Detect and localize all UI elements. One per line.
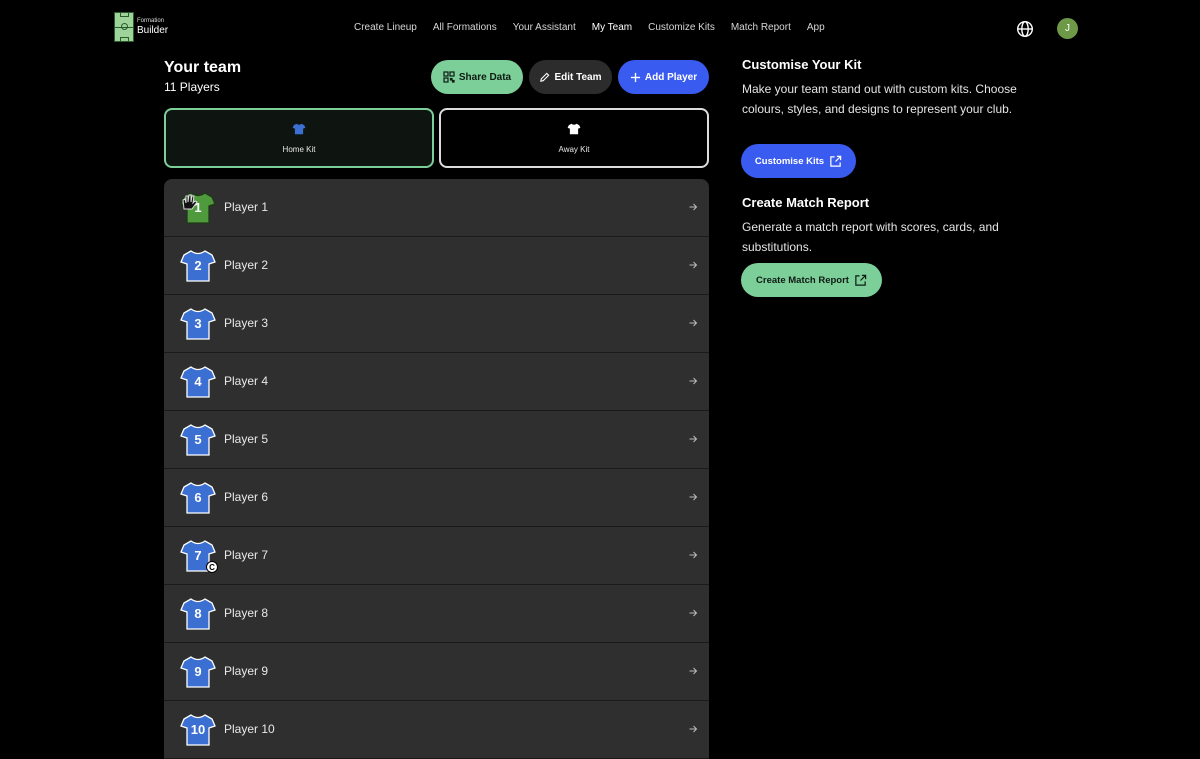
nav-app[interactable]: App — [807, 22, 825, 33]
home-kit-tab[interactable]: Home Kit — [164, 108, 434, 168]
player-row-6[interactable]: 6 Player 6 — [164, 469, 709, 527]
edit-team-label: Edit Team — [554, 71, 602, 83]
globe-icon[interactable] — [1016, 20, 1034, 38]
nav-your-assistant[interactable]: Your Assistant — [513, 22, 576, 33]
player-name: Player 4 — [224, 374, 269, 388]
nav-create-lineup[interactable]: Create Lineup — [354, 22, 417, 33]
shirt-icon: 1 — [180, 191, 216, 225]
report-title: Create Match Report — [742, 195, 870, 210]
away-kit-tab[interactable]: Away Kit — [439, 108, 709, 168]
captain-badge: C — [206, 561, 218, 573]
player-row-1[interactable]: 1 Player 1 — [164, 179, 709, 237]
shirt-icon: 7 C — [180, 539, 218, 573]
shirt-icon: 6 — [180, 481, 216, 515]
arrow-right-icon — [689, 609, 698, 617]
plus-icon — [630, 72, 640, 82]
nav-all-formations[interactable]: All Formations — [433, 22, 497, 33]
shirt-icon: 5 — [180, 423, 216, 457]
add-player-label: Add Player — [644, 71, 698, 83]
shirt-number: 4 — [194, 374, 202, 389]
customise-title: Customise Your Kit — [742, 57, 862, 72]
shirt-number: 3 — [194, 316, 202, 331]
share-data-button[interactable]: Share Data — [431, 60, 523, 94]
arrow-right-icon — [689, 203, 698, 211]
top-navigation: Formation Builder Create Lineup All Form… — [0, 0, 1200, 56]
player-row-8[interactable]: 8 Player 8 — [164, 585, 709, 643]
player-list: 1 Player 1 2 Player 2 3 Player 3 4 Playe… — [164, 179, 709, 759]
arrow-right-icon — [689, 667, 698, 675]
shirt-number: 5 — [194, 432, 202, 447]
shirt-icon: 3 — [180, 307, 216, 341]
external-link-icon — [830, 155, 842, 167]
nav-links: Create Lineup All Formations Your Assist… — [354, 22, 841, 33]
nav-customize-kits[interactable]: Customize Kits — [648, 22, 715, 33]
goalkeeper-gloves-icon — [182, 194, 198, 210]
arrow-right-icon — [689, 377, 698, 385]
player-name: Player 5 — [224, 432, 269, 446]
pencil-icon — [540, 72, 550, 82]
shirt-number: 9 — [194, 664, 202, 679]
player-row-3[interactable]: 3 Player 3 — [164, 295, 709, 353]
shirt-number: 6 — [194, 490, 202, 505]
shirt-icon: 10 — [180, 713, 216, 747]
share-data-label: Share Data — [458, 71, 512, 83]
player-name: Player 6 — [224, 490, 269, 504]
customise-kits-button[interactable]: Customise Kits — [741, 144, 856, 178]
away-shirt-icon — [567, 123, 581, 134]
player-name: Player 1 — [224, 200, 269, 214]
user-avatar[interactable]: J — [1057, 18, 1078, 39]
shirt-number: 2 — [194, 258, 202, 273]
arrow-right-icon — [689, 261, 698, 269]
arrow-right-icon — [689, 319, 698, 327]
customise-section: Customise Your Kit Make your team stand … — [742, 57, 1042, 119]
brand-small-text: Formation — [137, 18, 165, 24]
shirt-icon: 2 — [180, 249, 216, 283]
customise-description: Make your team stand out with custom kit… — [742, 82, 1017, 116]
home-shirt-icon — [292, 123, 306, 134]
qr-code-icon — [443, 71, 455, 83]
arrow-right-icon — [689, 725, 698, 733]
player-row-4[interactable]: 4 Player 4 — [164, 353, 709, 411]
player-row-2[interactable]: 2 Player 2 — [164, 237, 709, 295]
arrow-right-icon — [689, 493, 698, 501]
arrow-right-icon — [689, 435, 698, 443]
player-name: Player 10 — [224, 722, 275, 736]
player-count: 11 Players — [164, 80, 220, 94]
shirt-icon: 8 — [180, 597, 216, 631]
shirt-number: 10 — [190, 722, 206, 737]
nav-my-team[interactable]: My Team — [592, 22, 632, 33]
create-match-report-label: Create Match Report — [756, 274, 849, 286]
player-name: Player 8 — [224, 606, 269, 620]
brand-logo[interactable]: Formation Builder — [114, 12, 168, 42]
nav-match-report[interactable]: Match Report — [731, 22, 791, 33]
page-title: Your team — [164, 59, 242, 76]
report-section: Create Match Report Generate a match rep… — [742, 195, 1042, 257]
player-row-5[interactable]: 5 Player 5 — [164, 411, 709, 469]
shirt-number: 8 — [194, 606, 202, 621]
player-name: Player 2 — [224, 258, 269, 272]
add-player-button[interactable]: Add Player — [618, 60, 709, 94]
arrow-right-icon — [689, 551, 698, 559]
player-name: Player 7 — [224, 548, 269, 562]
external-link-icon — [855, 274, 867, 286]
report-description: Generate a match report with scores, car… — [742, 220, 999, 254]
shirt-icon: 4 — [180, 365, 216, 399]
player-row-9[interactable]: 9 Player 9 — [164, 643, 709, 701]
pitch-logo-icon — [114, 12, 134, 42]
edit-team-button[interactable]: Edit Team — [529, 60, 612, 94]
shirt-icon: 9 — [180, 655, 216, 689]
brand-name: Builder — [137, 25, 169, 36]
player-name: Player 3 — [224, 316, 269, 330]
player-row-7[interactable]: 7 C Player 7 — [164, 527, 709, 585]
create-match-report-button[interactable]: Create Match Report — [741, 263, 882, 297]
away-kit-label: Away Kit — [558, 144, 590, 154]
home-kit-label: Home Kit — [282, 144, 316, 154]
player-name: Player 9 — [224, 664, 269, 678]
customise-kits-label: Customise Kits — [754, 155, 825, 167]
player-row-10[interactable]: 10 Player 10 — [164, 701, 709, 759]
